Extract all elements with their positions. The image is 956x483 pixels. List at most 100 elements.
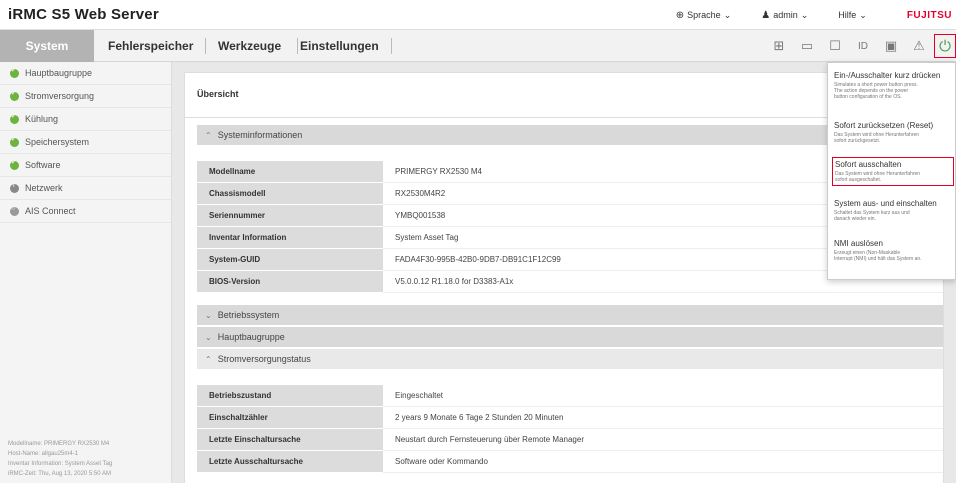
status-ok-icon [10,112,19,124]
desc-line: sofort ausgeschaltet. [835,177,882,183]
row-key: Seriennummer [197,205,383,227]
power-option-nmi[interactable]: NMI auslösen Erzeugt einen (Non-Maskable… [834,239,956,262]
option-title: NMI auslösen [834,239,883,248]
section-stromversorgungstatus[interactable]: ⌃ Stromversorgungstatus [197,349,943,369]
status-unknown-icon [10,205,19,216]
row-value: Eingeschaltet [383,385,943,407]
option-description: Simulates a short power button press. Th… [834,82,956,100]
chevron-up-icon: ⌃ [205,354,212,364]
row-value: Neustart durch Fernsteuerung über Remote… [383,429,943,451]
power-menu: Ein-/Ausschalter kurz drücken Simulates … [827,62,956,280]
language-menu[interactable]: ⊕ Sprache ⌄ [676,10,731,21]
power-option-power-cycle[interactable]: System aus- und einschalten Schaltet das… [834,199,956,222]
chevron-up-icon: ⌃ [205,130,212,140]
status-ok-icon [10,66,19,78]
table-row: Letzte Einschaltursache Neustart durch Fe… [197,429,943,451]
footer-asset-tag: Inventar Information: System Asset Tag [8,461,113,467]
chevron-down-icon: ⌄ [723,9,732,20]
user-menu[interactable]: ♟ admin ⌄ [761,10,808,21]
footer-hostname: Host-Name: allgau25m4-1 [8,451,79,457]
desc-line: button configuration of the OS. [834,94,902,100]
option-title: Sofort zurücksetzen (Reset) [834,121,934,130]
console-icon[interactable]: ▣ [878,33,904,59]
sidebar-item-label: Software [25,160,61,170]
tab-system[interactable]: System [0,30,94,62]
footer-time: iRMC-Zeit: Thu, Aug 13, 2020 5:50 AM [8,471,111,477]
sidebar-item-label: AIS Connect [25,206,76,216]
sidebar: Hauptbaugruppe Stromversorgung Kühlung S… [0,62,172,483]
sitemap-icon[interactable]: ⊞ [766,33,792,59]
row-key: BIOS-Version [197,271,383,293]
top-links: ⊕ Sprache ⌄ ♟ admin ⌄ Hilfe ⌄ FUJITSU [646,0,956,30]
option-title: Ein-/Ausschalter kurz drücken [834,71,941,80]
row-key: System-GUID [197,249,383,271]
section-label: Systeminformationen [217,130,303,140]
status-ok-icon [10,135,19,147]
option-title: System aus- und einschalten [834,199,937,208]
tab-fehlerspeicher[interactable]: Fehlerspeicher [108,30,206,62]
option-description: Schaltet das System kurz aus und danach … [834,210,956,222]
status-ok-icon [10,158,19,170]
row-key: Letzte Einschaltursache [197,429,383,451]
sidebar-item-software[interactable]: Software [0,154,171,177]
sidebar-item-label: Hauptbaugruppe [25,68,93,78]
row-key: Chassismodell [197,183,383,205]
user-icon: ♟ [761,9,771,21]
desc-line: sofort zurückgesetzt. [834,138,881,144]
main-nav: System Fehlerspeicher Werkzeuge Einstell… [0,30,956,62]
sidebar-item-label: Stromversorgung [25,91,95,101]
sidebar-item-hauptbaugruppe[interactable]: Hauptbaugruppe [0,62,171,85]
chevron-down-icon: ⌄ [205,310,212,320]
row-key: Betriebszustand [197,385,383,407]
chevron-down-icon: ⌄ [859,9,867,20]
sidebar-item-netzwerk[interactable]: Netzwerk [0,177,171,200]
toolbar-icons: ⊞ ▭ ☐ ID ▣ ⚠ ⏻ [764,30,956,62]
language-label: Sprache [687,10,721,20]
id-icon[interactable]: ID [850,33,876,59]
row-value: Software oder Kommando [383,451,943,473]
app-title: iRMC S5 Web Server [8,6,159,23]
sidebar-item-ais-connect[interactable]: AIS Connect [0,200,171,223]
power-option-short-press[interactable]: Ein-/Ausschalter kurz drücken Simulates … [834,71,956,100]
desc-line: danach wieder ein. [834,216,876,222]
system-summary: Modellname: PRIMERGY RX2530 M4 Host-Name… [8,439,112,479]
table-row: Einschaltzähler 2 years 9 Monate 6 Tage 2… [197,407,943,429]
power-icon[interactable]: ⏻ [934,34,956,58]
tab-einstellungen[interactable]: Einstellungen [300,30,392,62]
sidebar-item-speichersystem[interactable]: Speichersystem [0,131,171,154]
top-bar: iRMC S5 Web Server ⊕ Sprache ⌄ ♟ admin ⌄… [0,0,956,30]
user-label: admin [773,10,798,20]
page-title: Übersicht [197,89,239,99]
option-description: Erzeugt einen (Non-Maskable Interrupt (N… [834,250,956,262]
row-key: Inventar Information [197,227,383,249]
power-option-power-off[interactable]: Sofort ausschalten Das System wird ohne … [832,157,954,186]
power-option-reset[interactable]: Sofort zurücksetzen (Reset) Das System w… [834,121,956,144]
sidebar-item-label: Netzwerk [25,183,63,193]
section-label: Hauptbaugruppe [217,332,285,342]
chevron-down-icon: ⌄ [800,9,809,20]
help-label: Hilfe [838,10,857,20]
sidebar-item-stromversorgung[interactable]: Stromversorgung [0,85,171,108]
row-value: 2 years 9 Monate 6 Tage 2 Stunden 20 Min… [383,407,943,429]
tab-werkzeuge[interactable]: Werkzeuge [218,30,298,62]
table-row: Betriebszustand Eingeschaltet [197,385,943,407]
footer-model: Modellname: PRIMERGY RX2530 M4 [8,441,110,447]
window-icon[interactable]: ☐ [822,33,848,59]
section-label: Stromversorgungstatus [217,354,311,364]
brand-logo: FUJITSU [906,9,952,21]
status-info-icon [10,182,19,193]
section-hauptbaugruppe[interactable]: ⌄ Hauptbaugruppe [197,327,943,347]
warning-icon[interactable]: ⚠ [906,33,932,59]
row-key: Letzte Ausschaltursache [197,451,383,473]
chat-icon[interactable]: ▭ [794,33,820,59]
sidebar-item-kuehlung[interactable]: Kühlung [0,108,171,131]
sidebar-item-label: Kühlung [25,114,59,124]
table-row: Letzte Ausschaltursache Software oder Kom… [197,451,943,473]
help-menu[interactable]: Hilfe ⌄ [838,10,867,21]
chevron-down-icon: ⌄ [205,332,212,342]
section-label: Betriebssystem [217,310,280,320]
option-title: Sofort ausschalten [835,160,902,169]
row-key: Einschaltzähler [197,407,383,429]
desc-line: Interrupt (NMI) und hält das System an. [834,256,922,262]
section-betriebssystem[interactable]: ⌄ Betriebssystem [197,305,943,325]
